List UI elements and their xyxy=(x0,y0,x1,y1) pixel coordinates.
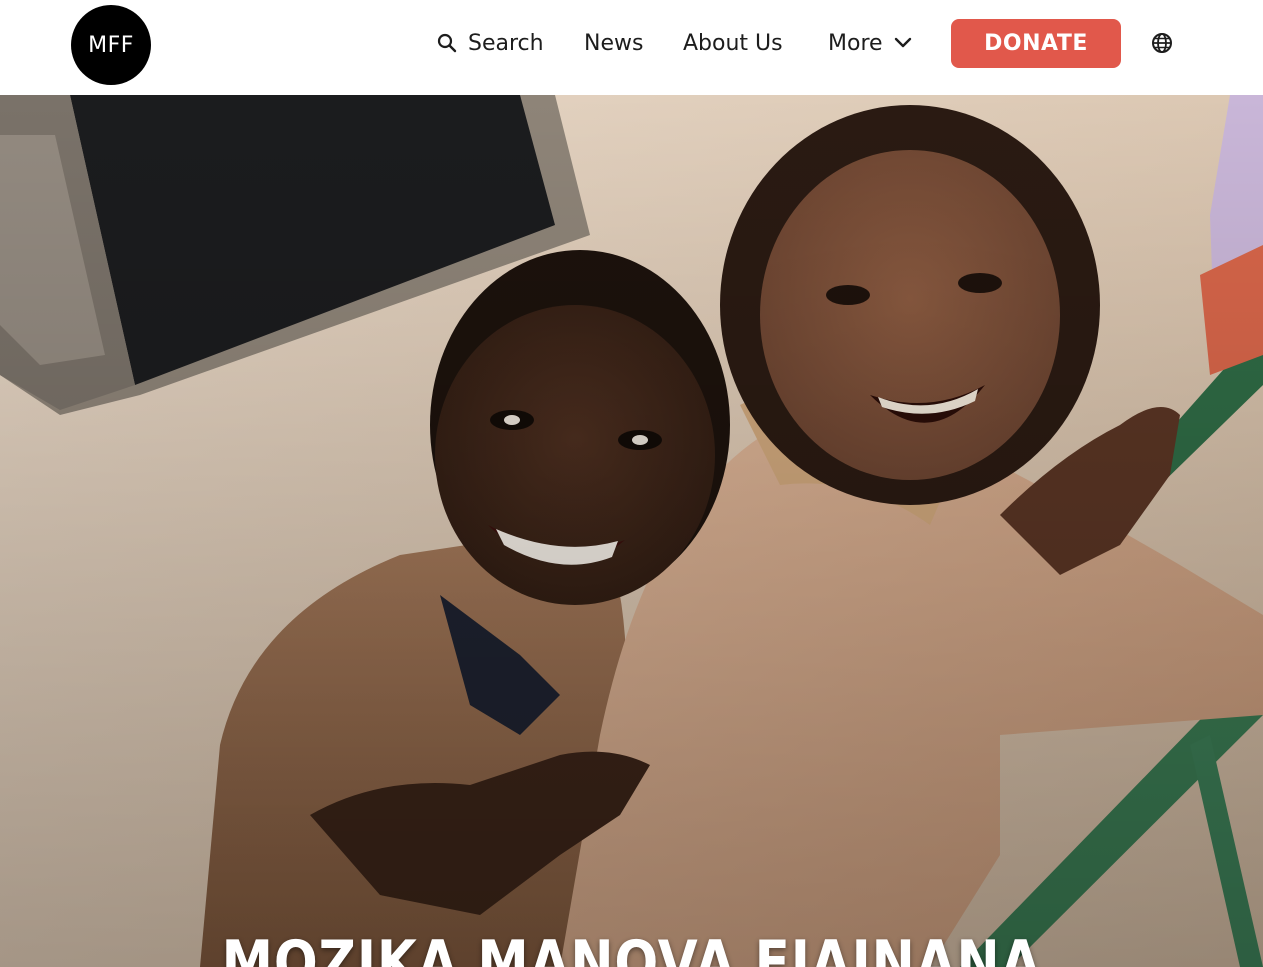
nav-news-label: News xyxy=(584,30,644,56)
nav-about-us[interactable]: About Us xyxy=(683,19,783,67)
logo-text: MFF xyxy=(88,32,134,58)
nav-more-dropdown[interactable]: More xyxy=(828,19,913,67)
nav-about-label: About Us xyxy=(683,30,783,56)
nav-search[interactable]: Search xyxy=(436,19,544,67)
nav-search-label: Search xyxy=(468,30,544,56)
chevron-down-icon xyxy=(893,33,913,53)
site-logo[interactable]: MFF xyxy=(71,5,151,85)
nav-news[interactable]: News xyxy=(584,19,643,67)
hero-banner: MOZIKA MANOVA FIAINANA xyxy=(0,95,1263,967)
site-header: MFF Search News About Us More DONATE xyxy=(0,0,1263,95)
hero-title: MOZIKA MANOVA FIAINANA xyxy=(221,928,1042,967)
donate-button[interactable]: DONATE xyxy=(951,19,1121,68)
search-icon xyxy=(436,32,458,54)
globe-icon[interactable] xyxy=(1151,32,1173,54)
nav-more-label: More xyxy=(828,30,883,56)
hero-photo xyxy=(0,95,1263,967)
